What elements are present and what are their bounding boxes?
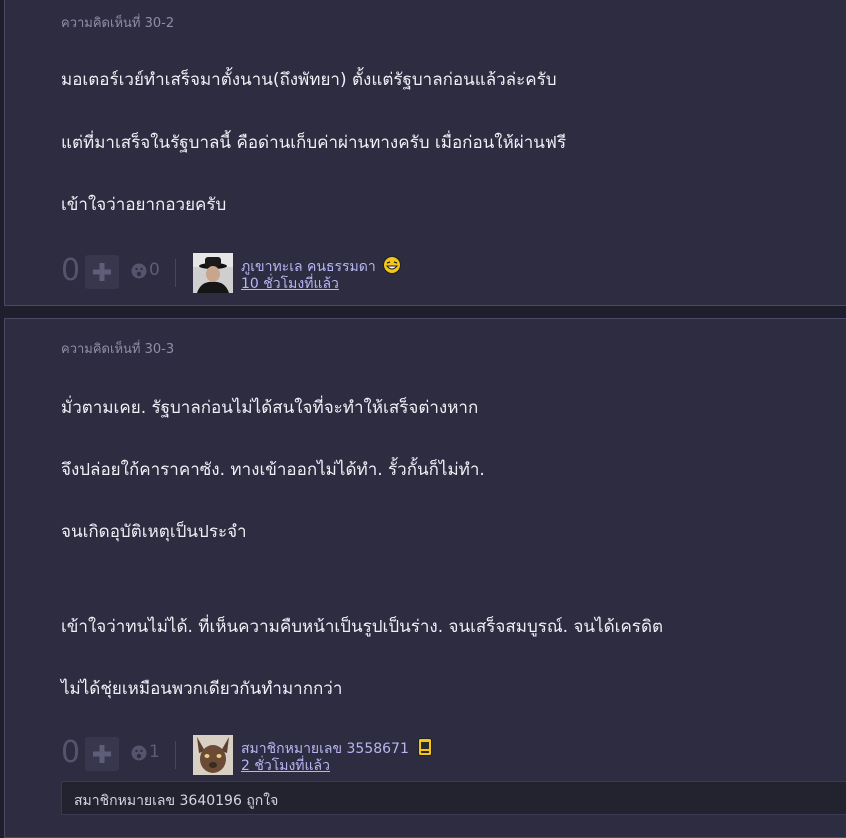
vote-plus-button[interactable] (85, 737, 119, 771)
avatar[interactable] (193, 253, 233, 293)
comment-card: ความคิดเห็นที่ 30-2 มอเตอร์เวย์ทำเสร็จมา… (4, 0, 846, 306)
comment-text-line: มั่วตามเคย. รัฐบาลก่อนไม่ได้สนใจที่จะทำใ… (61, 398, 479, 418)
comment-text-line: ไม่ได้ชุ่ยเหมือนพวกเดียวกันทำมากกว่า (61, 679, 343, 699)
comment-action-bar: 0 0 ภูเขาทะเล คนธรรมดา 10 ชั่วโมงที่แล้ว (61, 251, 581, 295)
avatar[interactable] (193, 735, 233, 775)
comment-text-line: เข้าใจว่าอยากอวยครับ (61, 195, 227, 215)
vote-plus-button[interactable] (85, 255, 119, 289)
comment-number: ความคิดเห็นที่ 30-3 (61, 342, 175, 357)
comment-text-line: มอเตอร์เวย์ทำเสร็จมาตั้งนาน(ถึงพัทยา) ตั… (61, 70, 557, 90)
vote-score: 0 (61, 253, 81, 288)
liked-by-bar[interactable]: สมาชิกหมายเลข 3640196 ถูกใจ (61, 781, 846, 815)
comment-text-line: จึงปล่อยใก้คาราคาซัง. ทางเข้าออกไม่ได้ทำ… (61, 460, 485, 480)
emotion-icon[interactable] (131, 263, 147, 279)
divider (175, 741, 176, 769)
divider (175, 259, 176, 287)
comment-card: ความคิดเห็นที่ 30-3 มั่วตามเคย. รัฐบาลก่… (4, 318, 846, 838)
emotion-icon[interactable] (131, 745, 147, 761)
emotion-count: 1 (149, 742, 160, 762)
vote-score: 0 (61, 735, 81, 770)
comment-time-link[interactable]: 10 ชั่วโมงที่แล้ว (241, 273, 339, 295)
comment-time-link[interactable]: 2 ชั่วโมงที่แล้ว (241, 755, 330, 777)
comment-text-line: แต่ที่มาเสร็จในรัฐบาลนี้ คือด่านเก็บค่าผ… (61, 133, 567, 153)
emotion-count: 0 (149, 260, 160, 280)
plus-icon (93, 263, 111, 281)
comment-text-line: เข้าใจว่าทนไม่ได้. ที่เห็นความคืบหน้าเป็… (61, 617, 664, 637)
comment-number: ความคิดเห็นที่ 30-2 (61, 16, 175, 31)
comment-action-bar: 0 1 สมาชิกหมายเลข 3558671 2 ชั่วโมงที่แล… (61, 733, 581, 777)
laughing-emoji-icon (383, 256, 402, 274)
member-badge-icon (418, 738, 433, 756)
plus-icon (93, 745, 111, 763)
comment-text-line: จนเกิดอุบัติเหตุเป็นประจำ (61, 522, 247, 542)
